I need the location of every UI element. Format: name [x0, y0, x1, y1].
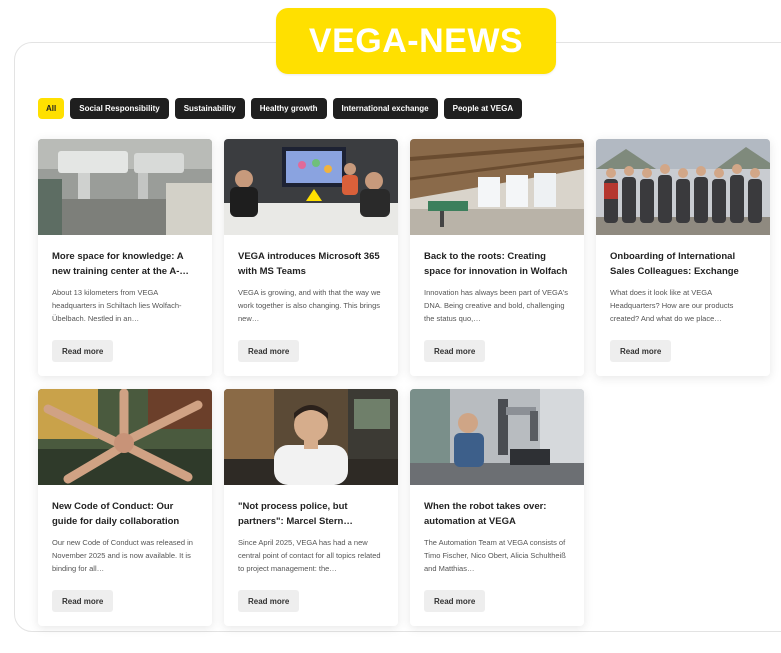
article-card[interactable]: Back to the roots: Creating space for in… [410, 139, 584, 376]
article-excerpt: Our new Code of Conduct was released in … [52, 538, 193, 573]
article-card[interactable]: When the robot takes over: automation at… [410, 389, 584, 626]
article-excerpt: What does it look like at VEGA Headquart… [610, 288, 734, 323]
filter-sustainability[interactable]: Sustainability [174, 98, 245, 119]
article-card[interactable]: New Code of Conduct: Our guide for daily… [38, 389, 212, 626]
article-card[interactable]: "Not process police, but partners": Marc… [224, 389, 398, 626]
read-more-button[interactable]: Read more [424, 340, 486, 362]
page-title: VEGA-NEWS [308, 21, 524, 60]
article-title[interactable]: VEGA introduces Microsoft 365 with MS Te… [238, 249, 384, 281]
filter-all[interactable]: All [38, 98, 65, 119]
meeting-room-photo[interactable] [224, 139, 398, 235]
training-center-photo[interactable] [38, 139, 212, 235]
article-excerpt: Innovation has always been part of VEGA'… [424, 288, 569, 323]
filter-social-responsibility[interactable]: Social Responsibility [70, 98, 169, 119]
attic-office-photo[interactable] [410, 139, 584, 235]
article-excerpt: Since April 2025, VEGA has had a new cen… [238, 538, 381, 573]
article-excerpt: The Automation Team at VEGA consists of … [424, 538, 566, 573]
group-photo[interactable] [596, 139, 770, 235]
article-title[interactable]: When the robot takes over: automation at… [424, 499, 570, 531]
article-title[interactable]: Onboarding of International Sales Collea… [610, 249, 756, 281]
category-filter-bar: All Social Responsibility Sustainability… [38, 98, 523, 119]
brand-badge: VEGA-NEWS [276, 8, 556, 74]
filter-people-at-vega[interactable]: People at VEGA [443, 98, 523, 119]
read-more-button[interactable]: Read more [424, 590, 486, 612]
article-excerpt: VEGA is growing, and with that the way w… [238, 288, 381, 323]
robot-lab-photo[interactable] [410, 389, 584, 485]
read-more-button[interactable]: Read more [238, 340, 300, 362]
article-title[interactable]: Back to the roots: Creating space for in… [424, 249, 570, 281]
read-more-button[interactable]: Read more [52, 340, 114, 362]
read-more-button[interactable]: Read more [238, 590, 300, 612]
article-card[interactable]: More space for knowledge: A new training… [38, 139, 212, 376]
article-title[interactable]: More space for knowledge: A new training… [52, 249, 198, 281]
article-excerpt: About 13 kilometers from VEGA headquarte… [52, 288, 182, 323]
team-hands-photo[interactable] [38, 389, 212, 485]
read-more-button[interactable]: Read more [52, 590, 114, 612]
article-title[interactable]: New Code of Conduct: Our guide for daily… [52, 499, 198, 531]
filter-healthy-growth[interactable]: Healthy growth [250, 98, 327, 119]
article-card[interactable]: VEGA introduces Microsoft 365 with MS Te… [224, 139, 398, 376]
article-title[interactable]: "Not process police, but partners": Marc… [238, 499, 384, 531]
article-card[interactable]: Onboarding of International Sales Collea… [596, 139, 770, 376]
filter-international-exchange[interactable]: International exchange [332, 98, 438, 119]
portrait-photo[interactable] [224, 389, 398, 485]
read-more-button[interactable]: Read more [610, 340, 672, 362]
